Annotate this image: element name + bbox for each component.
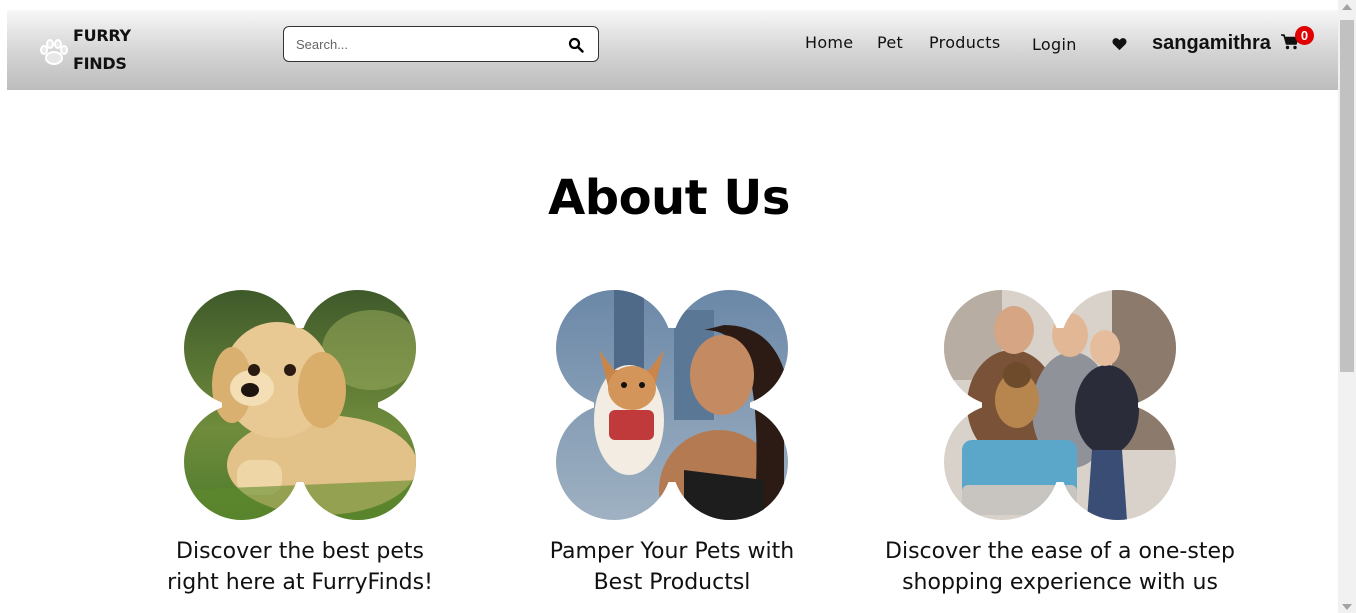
- search-input[interactable]: [296, 34, 546, 54]
- scroll-up-arrow[interactable]: [1342, 4, 1352, 10]
- feature-card-shopping: Discover the ease of a one-step shopping…: [870, 290, 1250, 598]
- search-box: [283, 26, 599, 62]
- feature-caption: Pamper Your Pets with Best Productsl: [549, 539, 795, 595]
- feature-image-woman-dog: [556, 290, 788, 520]
- navbar: FURRY FINDS Home Pet Products Login sang…: [7, 10, 1338, 90]
- username[interactable]: sangamithra: [1152, 32, 1271, 55]
- brand-line2: FINDS: [73, 54, 127, 73]
- scrollbar[interactable]: [1338, 0, 1356, 613]
- paw-icon: [40, 39, 68, 65]
- feature-caption: Discover the ease of a one-step shopping…: [885, 539, 1235, 595]
- feature-image-puppy: [184, 290, 416, 520]
- nav-login[interactable]: Login: [1032, 35, 1077, 54]
- scroll-down-arrow[interactable]: [1342, 604, 1352, 610]
- scroll-thumb[interactable]: [1340, 20, 1354, 372]
- feature-image-family: [944, 290, 1176, 520]
- page-title: About Us: [548, 170, 790, 226]
- feature-caption: Discover the best pets right here at Fur…: [167, 539, 433, 595]
- search-icon[interactable]: [568, 37, 584, 53]
- heart-icon[interactable]: [1112, 37, 1127, 51]
- nav-products[interactable]: Products: [929, 33, 1001, 52]
- nav-home[interactable]: Home: [805, 33, 853, 52]
- feature-card-pets: Discover the best pets right here at Fur…: [110, 290, 490, 598]
- feature-card-products: Pamper Your Pets with Best Productsl: [482, 290, 862, 598]
- brand-line1: FURRY: [73, 26, 131, 45]
- nav-pet[interactable]: Pet: [877, 33, 903, 52]
- brand-name: FURRY FINDS: [73, 22, 131, 78]
- top-strip: [0, 0, 1356, 10]
- brand-logo[interactable]: FURRY FINDS: [37, 22, 147, 78]
- cart-count-badge: 0: [1295, 26, 1314, 45]
